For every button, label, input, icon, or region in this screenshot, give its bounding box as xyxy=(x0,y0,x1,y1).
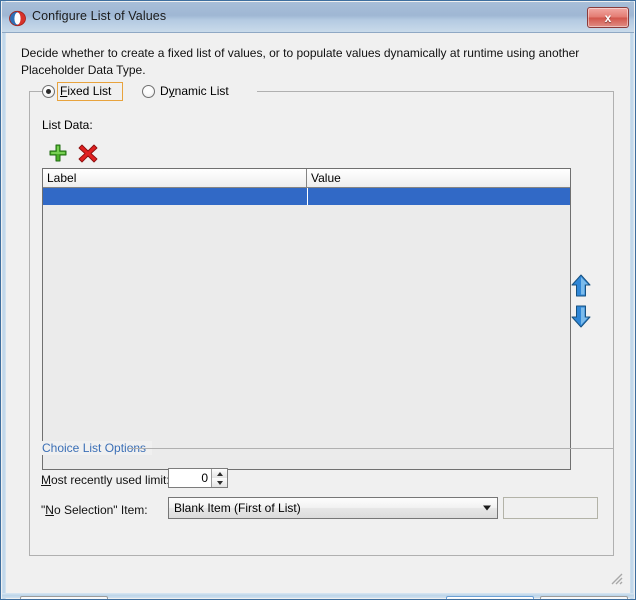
radio-dynamic-list-label: Dynamic List xyxy=(160,84,229,98)
arrow-up-icon xyxy=(571,274,591,297)
table-row[interactable] xyxy=(43,188,570,205)
spinner-decrement-button[interactable] xyxy=(212,478,227,487)
move-up-button[interactable] xyxy=(569,273,593,299)
no-selection-item-text-field[interactable] xyxy=(503,497,598,519)
radio-dynamic-list-indicator xyxy=(142,85,155,98)
chevron-down-icon xyxy=(483,505,491,511)
no-selection-item-dropdown[interactable]: Blank Item (First of List) xyxy=(168,497,498,519)
cancel-button[interactable]: Cancel xyxy=(540,596,628,599)
spinner-buttons xyxy=(211,469,227,487)
cell-divider xyxy=(307,188,308,205)
cross-icon xyxy=(78,144,98,163)
mru-limit-label: Most recently used limit: xyxy=(41,473,170,487)
configure-list-of-values-dialog: Configure List of Values x Decide whethe… xyxy=(0,0,636,600)
move-down-button[interactable] xyxy=(569,303,593,329)
table-header-row: Label Value xyxy=(43,169,570,188)
column-header-label[interactable]: Label xyxy=(43,169,307,187)
chevron-down-icon xyxy=(216,480,223,485)
ok-button[interactable]: OK xyxy=(446,596,534,599)
column-header-value[interactable]: Value xyxy=(307,169,570,187)
no-selection-item-label: "No Selection" Item: xyxy=(41,503,148,517)
list-data-table[interactable]: Label Value xyxy=(42,168,571,470)
arrow-down-icon xyxy=(571,305,591,328)
add-row-button[interactable] xyxy=(46,141,70,165)
plus-icon xyxy=(49,144,67,162)
no-selection-item-value: Blank Item (First of List) xyxy=(174,501,301,515)
title-bar: Configure List of Values x xyxy=(2,2,634,33)
resize-grip[interactable] xyxy=(611,573,623,585)
dialog-content: Decide whether to create a fixed list of… xyxy=(6,33,630,599)
window-title: Configure List of Values xyxy=(32,9,167,23)
oracle-logo-icon xyxy=(9,10,26,27)
radio-fixed-list-indicator xyxy=(42,85,55,98)
dropdown-arrow-button[interactable] xyxy=(477,498,497,518)
close-button[interactable]: x xyxy=(587,7,629,28)
dialog-description: Decide whether to create a fixed list of… xyxy=(21,46,580,77)
close-icon: x xyxy=(604,11,612,25)
mru-limit-spinner[interactable] xyxy=(168,468,228,488)
window-frame-right xyxy=(630,1,634,599)
delete-row-button[interactable] xyxy=(76,141,100,165)
chevron-up-icon xyxy=(216,471,223,476)
table-body xyxy=(43,188,570,205)
list-data-label: List Data: xyxy=(42,118,93,132)
mru-limit-input[interactable] xyxy=(169,469,211,487)
radio-fixed-list-label: Fixed List xyxy=(60,84,112,98)
choice-list-options-divider xyxy=(128,448,614,449)
help-button[interactable]: Help xyxy=(20,596,108,599)
